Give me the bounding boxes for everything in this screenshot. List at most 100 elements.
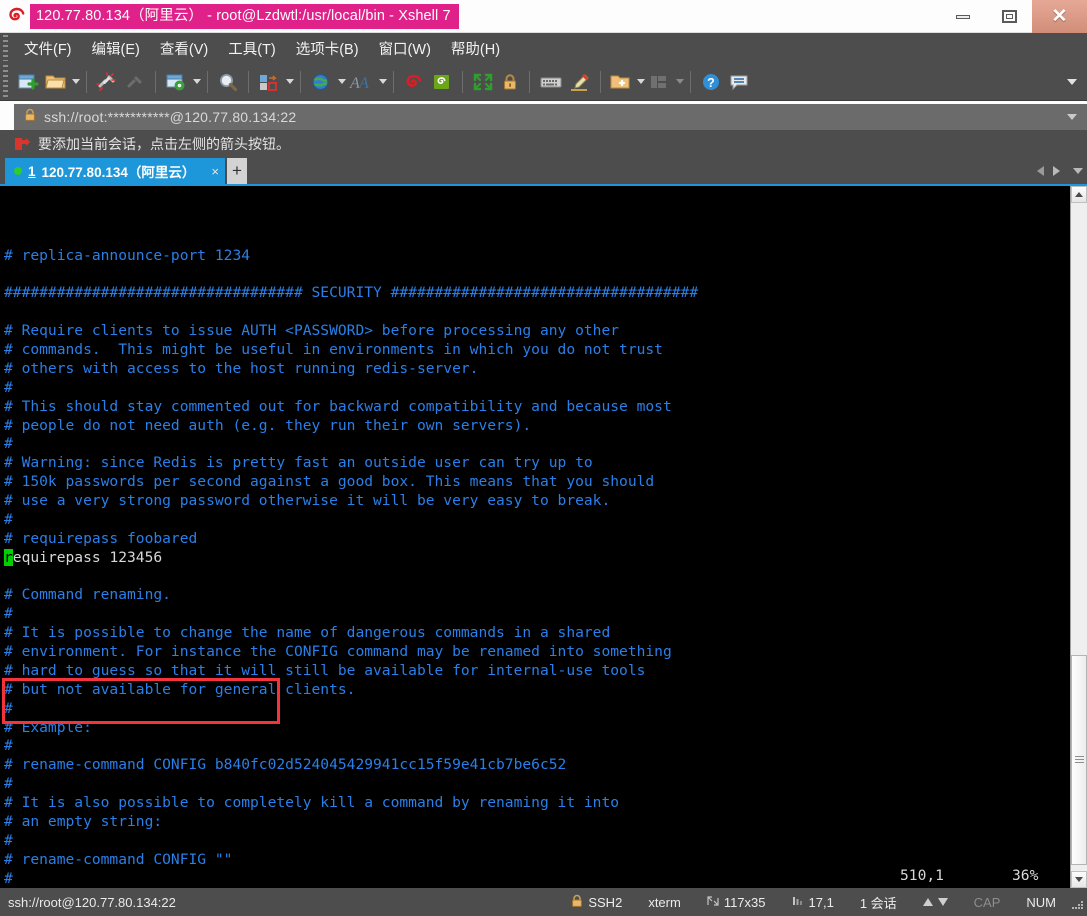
terminal-line: # rename-command CONFIG b840fc02d5240454…	[4, 756, 1070, 775]
terminal-line: # requirepass foobared	[4, 530, 1070, 549]
red-flag-arrow-icon	[14, 137, 30, 152]
add-folder-dropdown-icon[interactable]	[637, 79, 645, 84]
chevron-right-icon[interactable]	[1053, 166, 1060, 176]
terminal-line: ################################## SECUR…	[4, 284, 1070, 303]
keyboard-icon[interactable]	[536, 69, 566, 95]
terminal-scrollbar[interactable]	[1070, 186, 1087, 888]
status-size-label: 117x35	[723, 894, 766, 910]
globe-icon[interactable]	[307, 69, 335, 95]
status-size[interactable]: 117x35	[694, 895, 779, 910]
menu-tabs[interactable]: 选项卡(B)	[286, 36, 369, 61]
terminal-line-text: # It is possible to change the name of d…	[4, 624, 611, 642]
terminal-line-text: #	[4, 775, 13, 793]
xshell-icon[interactable]	[400, 69, 428, 95]
status-terminal-type[interactable]: xterm	[635, 895, 694, 910]
transfer-icon[interactable]	[255, 69, 283, 95]
toolbar-drag-handle[interactable]	[3, 65, 8, 98]
terminal-line-text: # Require clients to issue AUTH <PASSWOR…	[4, 322, 620, 340]
terminal-line: # 150k passwords per second against a go…	[4, 473, 1070, 492]
highlight-icon[interactable]	[566, 69, 594, 95]
status-num: NUM	[1026, 894, 1056, 910]
chevron-down-icon[interactable]	[1073, 168, 1083, 174]
status-sessions[interactable]: 1 会话	[847, 893, 910, 912]
hint-text: 要添加当前会话，点击左侧的箭头按钮。	[38, 136, 290, 152]
terminal-line-text	[4, 303, 13, 320]
terminal-line-text: # people do not need auth (e.g. they run…	[4, 416, 532, 434]
session-properties-dropdown-icon[interactable]	[193, 79, 201, 84]
help-icon[interactable]: ?	[697, 69, 725, 95]
terminal-line: # Example:	[4, 719, 1070, 738]
close-icon: ✕	[1051, 6, 1068, 27]
chevron-down-icon[interactable]	[1067, 114, 1077, 120]
address-bar[interactable]: ssh://root:***********@120.77.80.134:22	[14, 104, 1087, 130]
resize-grip-icon[interactable]	[1069, 895, 1083, 909]
disconnect-icon[interactable]	[93, 69, 121, 95]
terminal-line-text	[4, 266, 13, 283]
terminal-line-text: # environment. For instance the CONFIG c…	[4, 643, 672, 660]
status-connection: ssh://root@120.77.80.134:22	[8, 894, 176, 910]
status-cursor-label: 17,1	[808, 894, 834, 910]
minimize-button[interactable]	[940, 0, 986, 33]
close-button[interactable]: ✕	[1032, 0, 1087, 33]
chevron-left-icon[interactable]	[1037, 166, 1044, 176]
add-folder-icon[interactable]	[607, 69, 634, 95]
terminal-line: requirepass 123456	[4, 548, 1070, 568]
connected-status-icon	[14, 167, 22, 175]
menubar-drag-handle[interactable]	[3, 35, 8, 61]
open-folder-icon[interactable]	[42, 69, 69, 95]
tab-close-icon[interactable]: ×	[211, 164, 219, 179]
menu-edit[interactable]: 编辑(E)	[82, 36, 150, 61]
xshell-window: 120.77.80.134（阿里云） - root@Lzdwtl:/usr/lo…	[0, 0, 1087, 916]
terminal-line-text: # 150k passwords per second against a go…	[4, 473, 655, 491]
transfer-dropdown-icon[interactable]	[286, 79, 294, 84]
terminal-line	[4, 568, 1070, 587]
terminal-line: #	[4, 379, 1070, 398]
scroll-down-icon[interactable]	[1071, 871, 1087, 888]
toolbar-separator	[529, 70, 530, 93]
font-icon[interactable]: A A	[346, 69, 376, 95]
toolbar-separator	[462, 70, 463, 93]
toolbar-overflow-icon[interactable]	[1067, 78, 1077, 85]
terminal-line-text: #	[4, 435, 13, 453]
menu-help[interactable]: 帮助(H)	[441, 36, 510, 61]
new-tab-button[interactable]: +	[226, 158, 247, 184]
terminal-line: # It is also possible to completely kill…	[4, 794, 1070, 813]
restore-button[interactable]	[986, 0, 1032, 33]
terminal-screen[interactable]: # replica-announce-port 1234 ###########…	[0, 186, 1070, 888]
find-icon[interactable]	[214, 69, 242, 95]
new-session-icon[interactable]	[14, 69, 42, 95]
terminal-line-text: # hard to guess so that it will still be…	[4, 661, 646, 679]
toolbar-separator	[248, 70, 249, 93]
layout-icon	[645, 69, 673, 95]
resize-icon	[707, 895, 719, 910]
menu-tools[interactable]: 工具(T)	[218, 36, 286, 61]
terminal-line: # Require clients to issue AUTH <PASSWOR…	[4, 322, 1070, 341]
session-properties-icon[interactable]	[162, 69, 190, 95]
scrollbar-track[interactable]	[1071, 203, 1087, 871]
menu-view[interactable]: 查看(V)	[150, 36, 218, 61]
xftp-icon[interactable]	[428, 69, 456, 95]
terminal-line-text: # rename-command CONFIG b840fc02d5240454…	[4, 756, 567, 774]
menu-file[interactable]: 文件(F)	[14, 36, 82, 61]
terminal-line-text: #	[4, 831, 13, 849]
fullscreen-icon[interactable]	[469, 69, 497, 95]
tab-session-1[interactable]: 1 120.77.80.134（阿里云） ×	[5, 158, 225, 184]
chat-icon[interactable]	[725, 69, 753, 95]
lock-icon[interactable]	[497, 69, 523, 95]
terminal-line: # It is possible to change the name of d…	[4, 624, 1070, 643]
menu-window[interactable]: 窗口(W)	[369, 36, 441, 61]
scroll-up-icon[interactable]	[1071, 186, 1087, 203]
arrow-up-icon	[922, 898, 933, 906]
globe-dropdown-icon[interactable]	[338, 79, 346, 84]
terminal-line: # others with access to the host running…	[4, 360, 1070, 379]
status-cursor-pos[interactable]: 17,1	[779, 895, 847, 910]
font-dropdown-icon[interactable]	[379, 79, 387, 84]
terminal-line: #	[4, 775, 1070, 794]
toolbar-separator	[600, 70, 601, 93]
terminal-line-text: # Warning: since Redis is pretty fast an…	[4, 454, 593, 472]
scroll-thumb[interactable]	[1071, 655, 1087, 865]
open-folder-dropdown-icon[interactable]	[72, 79, 80, 84]
status-protocol[interactable]: SSH2	[558, 894, 635, 911]
address-input[interactable]: ssh://root:***********@120.77.80.134:22	[44, 109, 296, 125]
terminal-line-text: # requirepass foobared	[4, 529, 198, 547]
